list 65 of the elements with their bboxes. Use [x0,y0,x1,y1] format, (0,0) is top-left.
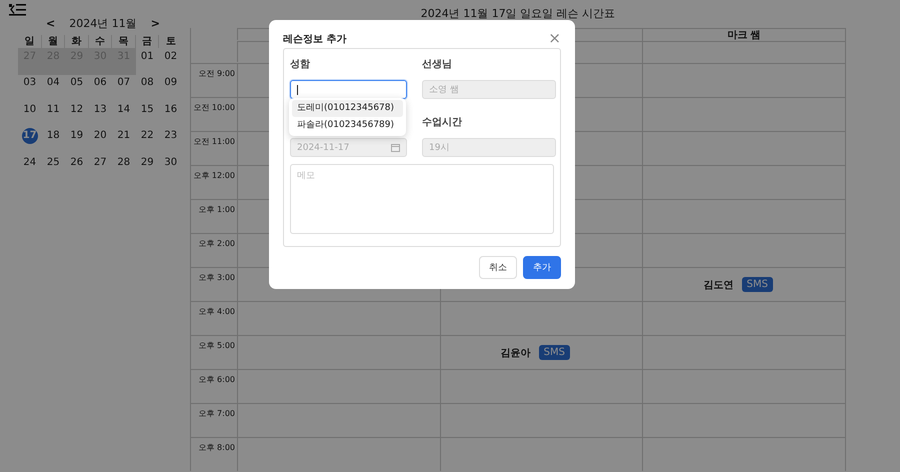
calendar-day[interactable]: 11 [42,101,65,128]
time-label: 오후 8:00 [191,437,238,471]
next-month-button[interactable]: > [148,17,162,30]
calendar-day[interactable]: 13 [88,101,112,128]
student-name: 김도연 [704,278,734,292]
sms-button[interactable]: SMS [742,277,773,292]
calendar-day[interactable]: 20 [88,128,112,154]
calendar-day[interactable]: 28 [112,154,136,180]
add-button[interactable]: 추가 [523,256,561,279]
sidebar-toggle-icon[interactable] [9,4,27,16]
memo-field[interactable]: 메모 [290,164,554,234]
suggestion-option[interactable]: 파솔라(01023456789) [292,117,403,134]
time-label: 오후 6:00 [191,369,238,403]
calendar-day[interactable]: 27 [88,154,112,180]
calendar-day[interactable]: 16 [159,101,182,128]
field-label: 수업시간 [422,116,463,128]
close-button[interactable]: × [548,31,561,46]
time-label: 오전 10:00 [191,97,238,131]
field-label: 성함 [290,58,311,70]
suggestion-option[interactable]: 도레미(01012345678) [292,100,403,117]
calendar-day[interactable]: 22 [136,128,159,154]
time-label: 오후 12:00 [191,165,238,199]
dialog-title: 레슨정보 추가 [283,32,346,46]
schedule-title: 2024년 11월 17일 일요일 레슨 시간표 [420,6,616,22]
student-name: 김윤아 [500,346,531,360]
weekday-label: 금 [136,35,159,48]
calendar-day[interactable]: 19 [65,128,88,154]
calendar-day[interactable]: 04 [42,74,65,101]
calendar-day[interactable]: 26 [65,154,88,180]
time-label: 오후 5:00 [191,335,238,369]
calendar-day[interactable]: 03 [18,74,42,101]
cancel-button[interactable]: 취소 [479,256,517,279]
time-label: 오후 7:00 [191,403,238,437]
calendar-day[interactable]: 14 [112,101,136,128]
calendar-day[interactable]: 25 [42,154,65,180]
time-label: 오후 4:00 [191,301,238,335]
calendar-day[interactable]: 29 [136,154,159,180]
weekday-label: 토 [164,35,177,48]
field-label: 선생님 [422,58,453,70]
calendar-day[interactable]: 08 [136,74,159,101]
calendar-day[interactable]: 05 [65,74,88,101]
calendar-day[interactable]: 12 [65,101,88,128]
calendar-day[interactable]: 07 [112,74,136,101]
month-label: 2024년 11월 [69,16,137,31]
time-label: 오전 9:00 [191,63,238,97]
calendar-day[interactable]: 23 [159,128,182,154]
calendar-day[interactable]: 21 [112,128,136,154]
calendar-day[interactable]: 17 [18,128,42,154]
previous-month-button[interactable]: < [44,17,58,30]
time-label: 오후 1:00 [191,199,238,233]
calendar-day[interactable]: 30 [159,154,182,180]
calendar-day[interactable]: 15 [136,101,159,128]
time-label: 오전 11:00 [191,131,238,165]
calendar-day[interactable]: 09 [159,74,182,101]
sms-button[interactable]: SMS [538,345,570,360]
column-header: 마크 쌤 [643,28,846,41]
name-input[interactable] [290,80,407,99]
time-label: 오후 2:00 [191,233,238,267]
calendar-day[interactable]: 01 [136,48,159,74]
time-label: 오후 3:00 [191,267,238,301]
calendar-day[interactable]: 18 [42,128,65,154]
calendar-day[interactable]: 24 [18,154,42,180]
calendar-day[interactable]: 02 [159,48,182,74]
calendar-day[interactable]: 06 [88,74,112,101]
calendar-day[interactable]: 10 [18,101,42,128]
